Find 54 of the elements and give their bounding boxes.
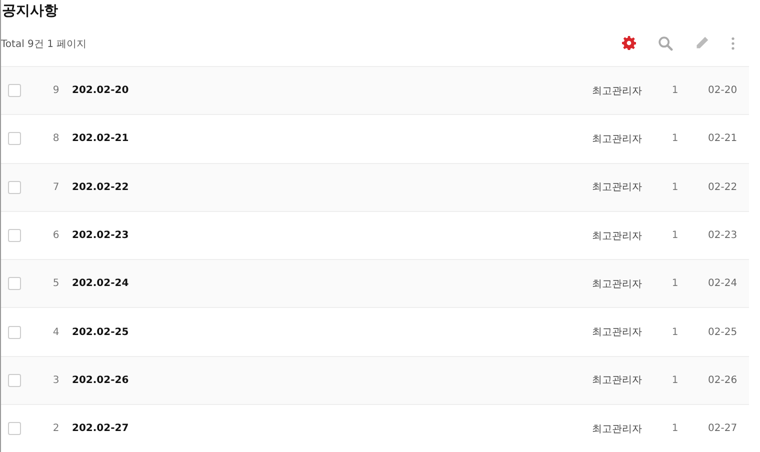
post-date: 02-22	[708, 182, 738, 193]
post-number: 7	[52, 182, 60, 193]
post-title[interactable]: 202.02-22	[72, 182, 592, 193]
post-title[interactable]: 202.02-24	[72, 278, 592, 290]
post-author: 최고관리자	[592, 132, 643, 146]
post-author: 최고관리자	[592, 230, 643, 243]
row-checkbox[interactable]	[8, 374, 21, 387]
post-author: 최고관리자	[592, 326, 643, 340]
post-date: 02-24	[708, 278, 738, 290]
post-title[interactable]: 202.02-26	[72, 374, 592, 386]
row-checkbox[interactable]	[8, 326, 21, 339]
post-title[interactable]: 202.02-23	[72, 230, 592, 242]
row-checkbox[interactable]	[8, 277, 21, 290]
more-icon[interactable]	[731, 36, 735, 50]
post-number: 8	[52, 133, 60, 144]
view-count: 1	[670, 182, 680, 193]
post-title[interactable]: 202.02-27	[72, 423, 592, 434]
post-number: 2	[52, 423, 60, 434]
view-count: 1	[670, 230, 680, 242]
row-checkbox[interactable]	[8, 422, 21, 436]
post-date: 02-27	[708, 423, 738, 434]
post-title[interactable]: 202.02-20	[72, 85, 592, 96]
post-number: 6	[52, 230, 60, 242]
post-author: 최고관리자	[592, 181, 643, 194]
post-date: 02-20	[708, 85, 738, 96]
row-checkbox[interactable]	[8, 132, 21, 146]
post-count: Total 9건 1 페이지	[1, 38, 87, 50]
settings-icon[interactable]	[622, 36, 636, 50]
post-number: 4	[52, 326, 60, 338]
post-date: 02-26	[708, 374, 738, 386]
search-icon[interactable]	[658, 36, 673, 50]
post-number: 5	[52, 278, 60, 290]
post-number: 9	[52, 85, 60, 96]
view-count: 1	[670, 278, 680, 290]
post-author: 최고관리자	[592, 422, 643, 436]
post-number: 3	[52, 374, 60, 386]
view-count: 1	[670, 423, 680, 434]
row-checkbox[interactable]	[8, 229, 21, 242]
post-author: 최고관리자	[592, 374, 643, 388]
view-count: 1	[670, 374, 680, 386]
post-date: 02-23	[708, 230, 738, 242]
post-author: 최고관리자	[592, 278, 643, 291]
row-checkbox[interactable]	[8, 180, 21, 194]
view-count: 1	[670, 85, 680, 96]
post-date: 02-25	[708, 326, 738, 338]
post-title[interactable]: 202.02-25	[72, 326, 592, 338]
post-title[interactable]: 202.02-21	[72, 133, 592, 144]
pencil-icon[interactable]	[695, 36, 709, 50]
post-author: 최고관리자	[592, 84, 643, 98]
view-count: 1	[670, 326, 680, 338]
row-checkbox[interactable]	[8, 84, 21, 98]
view-count: 1	[670, 133, 680, 144]
page-title: 공지사항	[1, 2, 59, 20]
post-date: 02-21	[708, 133, 738, 144]
